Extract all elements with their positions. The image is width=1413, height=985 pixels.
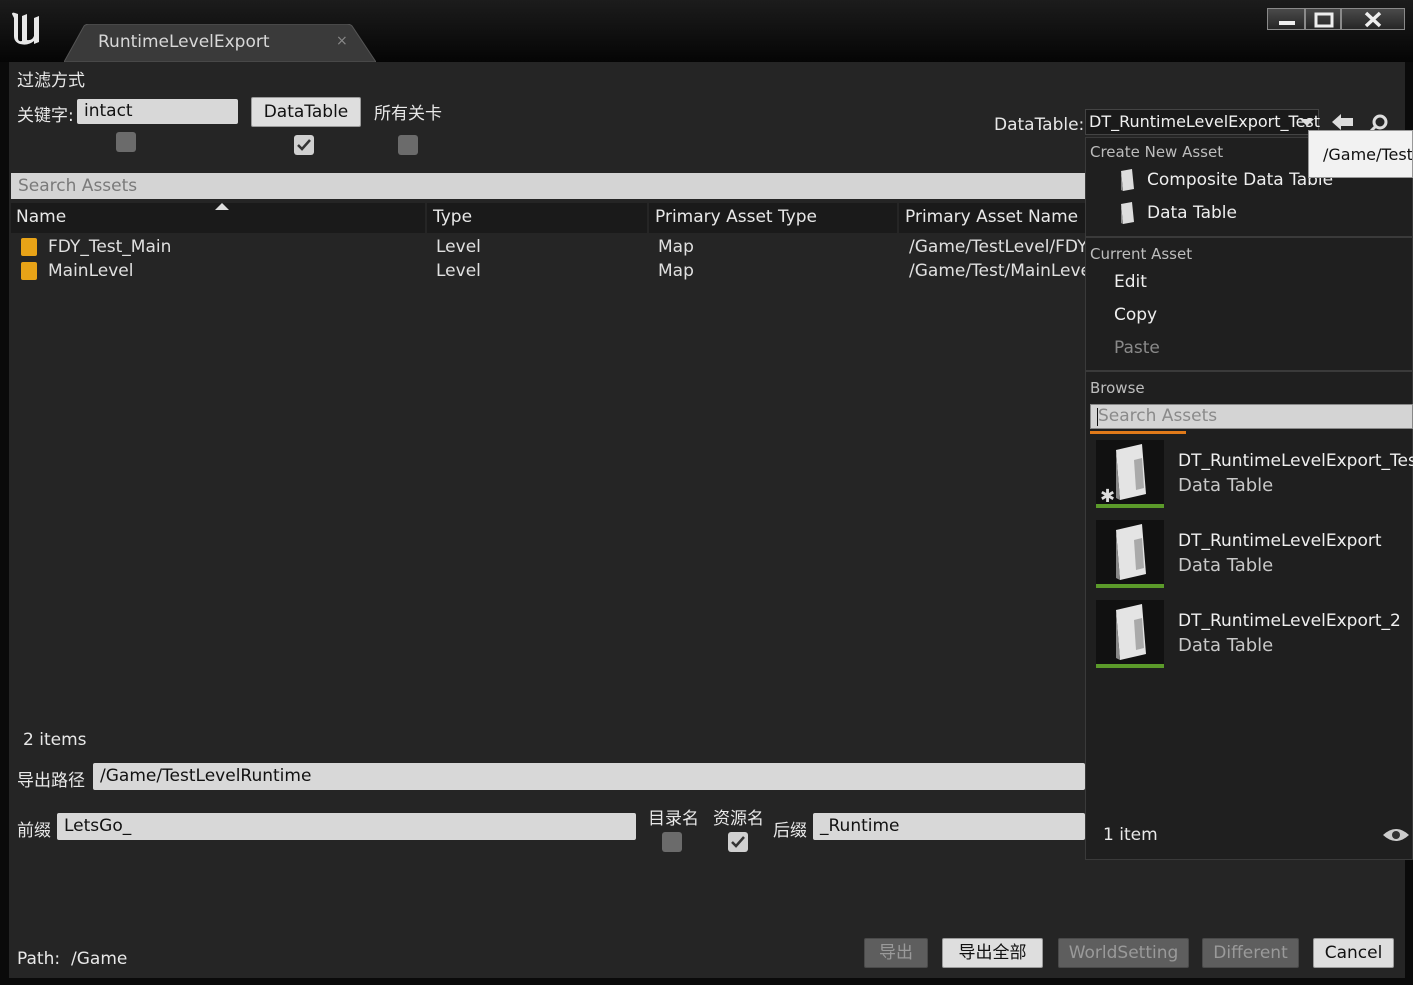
filter-heading: 过滤方式 <box>17 71 85 91</box>
row-name: MainLevel <box>48 261 134 281</box>
export-button[interactable]: 导出 <box>864 938 928 968</box>
search-underline <box>1090 431 1186 434</box>
checkmark-icon <box>297 139 311 151</box>
sort-up-icon <box>215 203 229 210</box>
column-name-label: Name <box>16 207 67 227</box>
dropdown-item-count: 1 item <box>1103 825 1158 845</box>
prefix-label: 前缀 <box>17 821 51 841</box>
row-type: Level <box>436 261 481 281</box>
maximize-icon <box>1314 12 1334 28</box>
export-path-label: 导出路径 <box>17 771 85 791</box>
suffix-label: 后缀 <box>773 821 807 841</box>
keyword-checkbox[interactable] <box>116 132 136 152</box>
different-button[interactable]: Different <box>1202 938 1299 968</box>
back-arrow-icon[interactable] <box>1332 113 1354 131</box>
cancel-button[interactable]: Cancel <box>1313 938 1394 968</box>
menu-separator <box>1086 236 1412 238</box>
export-all-button[interactable]: 导出全部 <box>942 938 1043 968</box>
footer-path-value: /Game <box>71 949 128 969</box>
export-path-input[interactable]: /Game/TestLevelRuntime <box>93 763 1085 790</box>
eye-icon[interactable] <box>1382 826 1410 844</box>
asset-name: DT_RuntimeLevelExport_Test <box>1178 451 1413 471</box>
menu-separator <box>1086 370 1412 372</box>
menu-item-composite-data-table[interactable]: Composite Data Table <box>1147 170 1333 190</box>
menu-item-edit[interactable]: Edit <box>1114 272 1147 292</box>
worldsetting-button[interactable]: WorldSetting <box>1058 938 1189 968</box>
asset-type: Data Table <box>1178 475 1274 496</box>
minimize-button[interactable] <box>1267 8 1305 30</box>
row-primary-name: /Game/Test/MainLeve <box>909 261 1085 281</box>
level-icon <box>21 262 37 280</box>
menu-item-data-table[interactable]: Data Table <box>1147 203 1237 223</box>
datatable-icon <box>1121 202 1134 224</box>
row-type: Level <box>436 237 481 257</box>
current-asset-header: Current Asset <box>1090 245 1193 263</box>
text-caret <box>1097 408 1098 426</box>
column-type-label: Type <box>433 207 473 227</box>
row-primary-name: /Game/TestLevel/FDY <box>909 237 1085 257</box>
asset-name: DT_RuntimeLevelExport <box>1178 531 1382 551</box>
title-bar: RuntimeLevelExport × <box>0 0 1413 62</box>
all-levels-checkbox[interactable] <box>398 135 418 155</box>
datatable-combo-value: DT_RuntimeLevelExport_Test <box>1089 112 1321 131</box>
assetname-checkbox[interactable] <box>728 832 748 852</box>
column-primary-type-label: Primary Asset Type <box>655 207 818 227</box>
menu-item-paste[interactable]: Paste <box>1114 338 1160 358</box>
caret-down-icon <box>1300 119 1314 126</box>
minimize-icon <box>1279 21 1295 25</box>
keyword-input[interactable]: intact <box>77 99 238 124</box>
browse-search-placeholder: Search Assets <box>1098 406 1218 426</box>
all-levels-label: 所有关卡 <box>374 104 442 124</box>
path-tooltip: /Game/TestL <box>1308 130 1413 178</box>
keyword-label: 关键字: <box>17 106 74 126</box>
row-name: FDY_Test_Main <box>48 237 172 257</box>
prefix-input[interactable]: LetsGo_ <box>57 813 636 840</box>
maximize-button[interactable] <box>1305 8 1341 30</box>
browse-search-input[interactable]: Search Assets <box>1090 404 1413 429</box>
datatable-icon <box>1116 604 1146 660</box>
unreal-logo-icon <box>12 12 39 45</box>
asset-type: Data Table <box>1178 555 1274 576</box>
menu-item-copy[interactable]: Copy <box>1114 305 1157 325</box>
close-icon <box>1364 11 1382 28</box>
datatable-combo[interactable]: DT_RuntimeLevelExport_Test <box>1085 109 1321 135</box>
assetname-label: 资源名 <box>713 809 764 829</box>
datatable-icon <box>1116 524 1146 580</box>
datatable-picker-label: DataTable: <box>994 115 1085 135</box>
column-primary-name-label: Primary Asset Name <box>905 207 1079 227</box>
asset-thumbnail[interactable]: ✱ <box>1096 440 1164 508</box>
asset-search-input[interactable]: Search Assets <box>11 173 1091 199</box>
row-primary-type: Map <box>658 237 694 257</box>
asset-name: DT_RuntimeLevelExport_2 <box>1178 611 1401 631</box>
suffix-input[interactable]: _Runtime <box>813 813 1085 840</box>
item-count: 2 items <box>23 730 87 750</box>
dirname-label: 目录名 <box>648 809 699 829</box>
asset-thumbnail[interactable] <box>1096 600 1164 668</box>
checkmark-icon <box>731 836 745 848</box>
asset-type: Data Table <box>1178 635 1274 656</box>
close-button[interactable] <box>1341 8 1405 30</box>
tab-title: RuntimeLevelExport <box>98 32 270 52</box>
datatable-icon: ✱ <box>1100 444 1146 507</box>
asset-thumbnail[interactable] <box>1096 520 1164 588</box>
document-tab[interactable]: RuntimeLevelExport × <box>64 24 376 62</box>
datatable-icon <box>1121 169 1134 191</box>
dirname-checkbox[interactable] <box>662 832 682 852</box>
browse-header: Browse <box>1090 379 1145 397</box>
level-icon <box>21 238 37 256</box>
datatable-filter-button[interactable]: DataTable <box>251 97 361 127</box>
row-primary-type: Map <box>658 261 694 281</box>
footer-path-label: Path: <box>17 949 61 969</box>
datatable-checkbox[interactable] <box>294 135 314 155</box>
create-new-asset-header: Create New Asset <box>1090 143 1224 161</box>
tab-close-icon[interactable]: × <box>336 33 348 49</box>
